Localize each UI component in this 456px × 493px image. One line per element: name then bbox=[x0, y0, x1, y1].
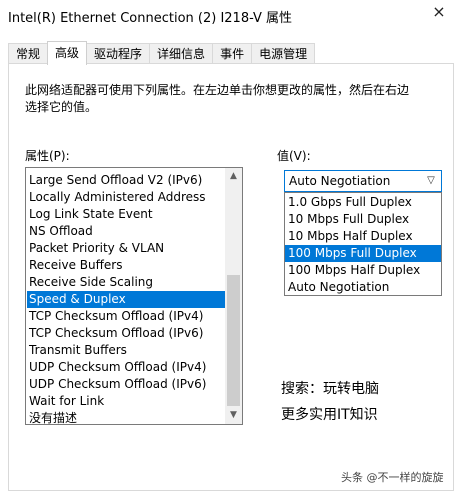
tab-strip: 常规 高级 驱动程序 详细信息 事件 电源管理 bbox=[8, 41, 316, 65]
value-option[interactable]: 100 Mbps Half Duplex bbox=[285, 262, 441, 279]
value-select[interactable]: Auto Negotiation ▽ bbox=[284, 170, 442, 192]
scroll-up-icon[interactable]: ▲ bbox=[225, 168, 242, 185]
property-item[interactable]: 没有描述 bbox=[27, 410, 225, 424]
overlay-search-text: 搜索：玩转电脑 bbox=[281, 381, 379, 397]
tab-details[interactable]: 详细信息 bbox=[149, 43, 214, 65]
advanced-tab-panel: 此网络适配器可使用下列属性。在左边单击你想更改的属性，然后在右边选择它的值。 属… bbox=[8, 63, 454, 491]
scrollbar-thumb[interactable] bbox=[227, 275, 240, 406]
property-item[interactable]: Transmit Buffers bbox=[27, 342, 225, 359]
property-label: 属性(P): bbox=[25, 149, 70, 163]
value-option[interactable]: 10 Mbps Half Duplex bbox=[285, 228, 441, 245]
property-item[interactable]: UDP Checksum Offload (IPv6) bbox=[27, 376, 225, 393]
property-item[interactable]: Packet Priority & VLAN bbox=[27, 240, 225, 257]
property-item[interactable]: Receive Side Scaling bbox=[27, 274, 225, 291]
watermark-text: 头条 @不一样的旋旋 bbox=[341, 471, 444, 484]
property-list-scrollbar[interactable]: ▲ ▼ bbox=[225, 168, 242, 424]
value-select-text: Auto Negotiation bbox=[289, 174, 391, 188]
tab-advanced[interactable]: 高级 bbox=[47, 41, 88, 65]
scroll-down-icon[interactable]: ▼ bbox=[225, 407, 242, 424]
tab-power-management[interactable]: 电源管理 bbox=[251, 43, 316, 65]
overlay-more-text: 更多实用IT知识 bbox=[281, 407, 378, 423]
property-item[interactable]: Locally Administered Address bbox=[27, 189, 225, 206]
value-option-highlighted[interactable]: 100 Mbps Full Duplex bbox=[285, 245, 441, 262]
property-item[interactable]: UDP Checksum Offload (IPv4) bbox=[27, 359, 225, 376]
close-icon[interactable]: × bbox=[430, 3, 448, 21]
chevron-down-icon[interactable]: ▽ bbox=[423, 171, 439, 191]
value-dropdown-list[interactable]: 1.0 Gbps Full Duplex 10 Mbps Full Duplex… bbox=[284, 192, 442, 296]
property-item[interactable]: NS Offload bbox=[27, 223, 225, 240]
tab-driver[interactable]: 驱动程序 bbox=[86, 43, 151, 65]
tab-events[interactable]: 事件 bbox=[212, 43, 253, 65]
property-item[interactable]: Log Link State Event bbox=[27, 206, 225, 223]
property-list[interactable]: Large Send Offload V2 (IPv6) Locally Adm… bbox=[25, 167, 243, 425]
window-title: Intel(R) Ethernet Connection (2) I218-V … bbox=[8, 11, 293, 26]
property-item[interactable]: Wait for Link bbox=[27, 393, 225, 410]
value-option[interactable]: Auto Negotiation bbox=[285, 279, 441, 296]
value-label: 值(V): bbox=[277, 149, 311, 163]
property-item[interactable]: TCP Checksum Offload (IPv6) bbox=[27, 325, 225, 342]
value-option[interactable]: 1.0 Gbps Full Duplex bbox=[285, 194, 441, 211]
value-option[interactable]: 10 Mbps Full Duplex bbox=[285, 211, 441, 228]
property-item[interactable]: Large Send Offload V2 (IPv6) bbox=[27, 172, 225, 189]
property-item[interactable]: Receive Buffers bbox=[27, 257, 225, 274]
tab-general[interactable]: 常规 bbox=[8, 43, 49, 65]
description-text: 此网络适配器可使用下列属性。在左边单击你想更改的属性，然后在右边选择它的值。 bbox=[25, 83, 410, 114]
property-item-selected[interactable]: Speed & Duplex bbox=[27, 291, 225, 308]
property-item[interactable]: TCP Checksum Offload (IPv4) bbox=[27, 308, 225, 325]
